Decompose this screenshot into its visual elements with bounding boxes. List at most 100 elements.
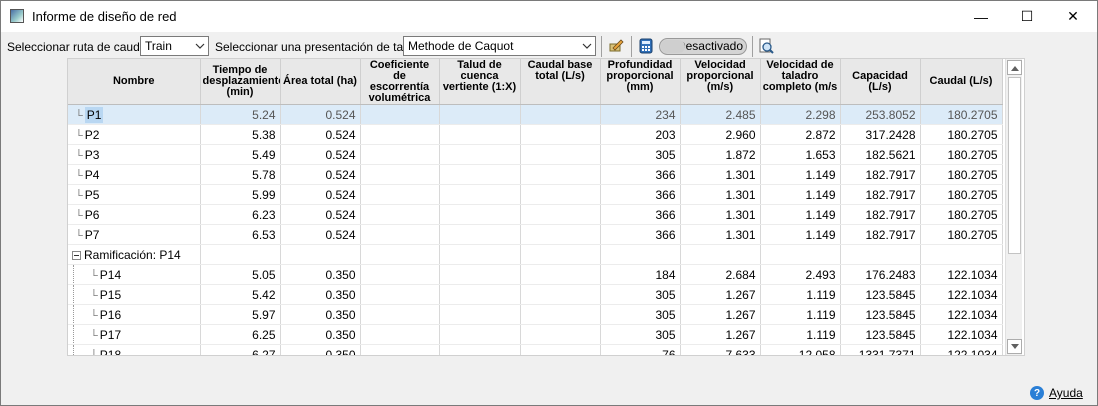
data-cell: 182.5621 xyxy=(840,144,921,165)
table-row[interactable]: └ P17 6.25 0.350 305 1.267 1.119 123.5845 122.10… xyxy=(68,324,1003,345)
scroll-down-button[interactable] xyxy=(1007,339,1022,354)
data-cell: 1.653 xyxy=(760,144,841,165)
row-name: P16 xyxy=(99,307,122,322)
data-cell: 1.149 xyxy=(760,204,841,225)
data-cell: 1.267 xyxy=(680,324,761,345)
vertical-scrollbar[interactable] xyxy=(1005,59,1022,355)
chevron-down-icon xyxy=(195,43,205,49)
data-cell: 203 xyxy=(600,124,681,145)
calculator-icon[interactable] xyxy=(637,37,655,55)
table-row[interactable]: └ P15 5.42 0.350 305 1.267 1.119 123.5845 122.10… xyxy=(68,284,1003,305)
table-row[interactable]: └ P4 5.78 0.524 366 1.301 1.149 182.7917 180.270… xyxy=(68,164,1003,185)
data-cell: 2.298 xyxy=(760,104,841,125)
row-name: P6 xyxy=(84,207,100,222)
column-header[interactable]: Tiempo de desplazamiento (min) xyxy=(200,59,281,105)
data-cell: 5.99 xyxy=(200,184,281,205)
name-cell: └ P14 xyxy=(68,264,201,285)
tree-branch-icon: └ xyxy=(75,149,83,162)
edit-table-icon[interactable] xyxy=(607,37,625,55)
data-cell: 0.524 xyxy=(280,104,361,125)
column-header[interactable]: Área total (ha) xyxy=(280,59,361,105)
table-row[interactable]: └ P1 5.24 0.524 234 2.485 2.298 253.8052 180.270… xyxy=(68,104,1003,125)
row-name: P5 xyxy=(84,187,100,202)
data-cell xyxy=(439,304,521,325)
app-icon xyxy=(10,9,24,23)
route-select[interactable]: Train xyxy=(140,36,209,56)
column-header[interactable]: Nombre xyxy=(68,59,201,105)
column-header[interactable]: Velocidad proporcional (m/s) xyxy=(680,59,761,105)
data-cell: 180.2705 xyxy=(920,204,1003,225)
data-cell: 6.27 xyxy=(200,344,281,355)
data-cell: 2.493 xyxy=(760,264,841,285)
data-cell: 5.97 xyxy=(200,304,281,325)
table-row[interactable]: └ P3 5.49 0.524 305 1.872 1.653 182.5621 180.270… xyxy=(68,144,1003,165)
data-cell xyxy=(360,104,440,125)
minimize-button[interactable]: — xyxy=(958,1,1004,32)
data-cell: 0.350 xyxy=(280,344,361,355)
data-cell xyxy=(360,184,440,205)
table-row[interactable]: └ P2 5.38 0.524 203 2.960 2.872 317.2428 180.270… xyxy=(68,124,1003,145)
data-cell xyxy=(360,144,440,165)
maximize-button[interactable]: ☐ xyxy=(1004,1,1050,32)
name-cell: └ P17 xyxy=(68,324,201,345)
scroll-up-button[interactable] xyxy=(1007,60,1022,75)
data-cell: 1.301 xyxy=(680,164,761,185)
data-cell: 0.524 xyxy=(280,224,361,245)
scrollbar-thumb[interactable] xyxy=(1008,77,1021,254)
table-row[interactable]: └ P6 6.23 0.524 366 1.301 1.149 182.7917 180.270… xyxy=(68,204,1003,225)
table-row[interactable]: └ P16 5.97 0.350 305 1.267 1.119 123.5845 122.10… xyxy=(68,304,1003,325)
column-header[interactable]: Talud de cuenca vertiente (1:X) xyxy=(439,59,521,105)
column-header[interactable]: Capacidad (L/s) xyxy=(840,59,921,105)
route-label: Seleccionar ruta de caudal xyxy=(7,40,150,54)
data-cell: 2.960 xyxy=(680,124,761,145)
table-header-row: Nombre Tiempo de desplazamiento (min) Área… xyxy=(68,59,1003,105)
data-cell: 123.5845 xyxy=(840,324,921,345)
name-cell: └ P1 xyxy=(68,104,201,125)
table-row[interactable]: └ P14 5.05 0.350 184 2.684 2.493 176.2483 122.10… xyxy=(68,264,1003,285)
data-cell: 5.78 xyxy=(200,164,281,185)
data-cell xyxy=(520,104,601,125)
row-name: P4 xyxy=(84,167,100,182)
table-row[interactable]: └ P7 6.53 0.524 366 1.301 1.149 182.7917 180.270… xyxy=(68,224,1003,245)
tree-branch-icon: └ xyxy=(75,189,83,202)
column-header[interactable]: Caudal (L/s) xyxy=(920,59,1003,105)
tree-guide-line xyxy=(73,265,74,284)
table-row[interactable]: └ P5 5.99 0.524 366 1.301 1.149 182.7917 180.270… xyxy=(68,184,1003,205)
name-cell: └ P2 xyxy=(68,124,201,145)
data-cell: 234 xyxy=(600,104,681,125)
help-link[interactable]: ? Ayuda xyxy=(1030,386,1083,400)
data-cell: 180.2705 xyxy=(920,184,1003,205)
name-cell: └ P7 xyxy=(68,224,201,245)
data-cell xyxy=(520,124,601,145)
column-header[interactable]: Coeficiente de escorrentía volumétrica xyxy=(360,59,440,105)
data-cell: 6.25 xyxy=(200,324,281,345)
print-preview-icon[interactable] xyxy=(757,37,775,55)
tree-branch-icon: └ xyxy=(90,329,98,342)
collapse-icon[interactable] xyxy=(72,250,81,260)
column-header[interactable]: Caudal base total (L/s) xyxy=(520,59,601,105)
tree-guide-line xyxy=(73,325,74,344)
close-button[interactable]: ✕ xyxy=(1050,1,1096,32)
column-header[interactable]: Velocidad de taladro completo (m/s xyxy=(760,59,841,105)
data-cell xyxy=(520,264,601,285)
data-cell xyxy=(200,244,281,265)
data-cell: 180.2705 xyxy=(920,224,1003,245)
data-cell: 2.485 xyxy=(680,104,761,125)
data-cell xyxy=(840,244,921,265)
toolbar-separator xyxy=(631,36,632,57)
row-name: P7 xyxy=(84,227,100,242)
data-cell: 1.149 xyxy=(760,164,841,185)
presentation-select[interactable]: Methode de Caquot xyxy=(403,36,596,56)
table-row[interactable]: └ P18 6.27 0.350 76 7.633 12.058 1331.7371 122.1… xyxy=(68,344,1003,355)
toggle-switch[interactable]: Desactivado xyxy=(659,38,747,55)
column-header[interactable]: Profundidad proporcional (mm) xyxy=(600,59,681,105)
data-cell: 180.2705 xyxy=(920,144,1003,165)
chevron-up-icon xyxy=(1010,65,1019,71)
group-row[interactable]: Ramificación: P14 xyxy=(68,244,1003,265)
data-cell: 122.1034 xyxy=(920,304,1003,325)
report-grid[interactable]: Nombre Tiempo de desplazamiento (min) Área… xyxy=(67,58,1025,356)
data-cell: 0.524 xyxy=(280,144,361,165)
network-design-report-window: Informe de diseño de red — ☐ ✕ Seleccion… xyxy=(0,0,1098,406)
data-cell xyxy=(439,244,521,265)
data-cell: 253.8052 xyxy=(840,104,921,125)
